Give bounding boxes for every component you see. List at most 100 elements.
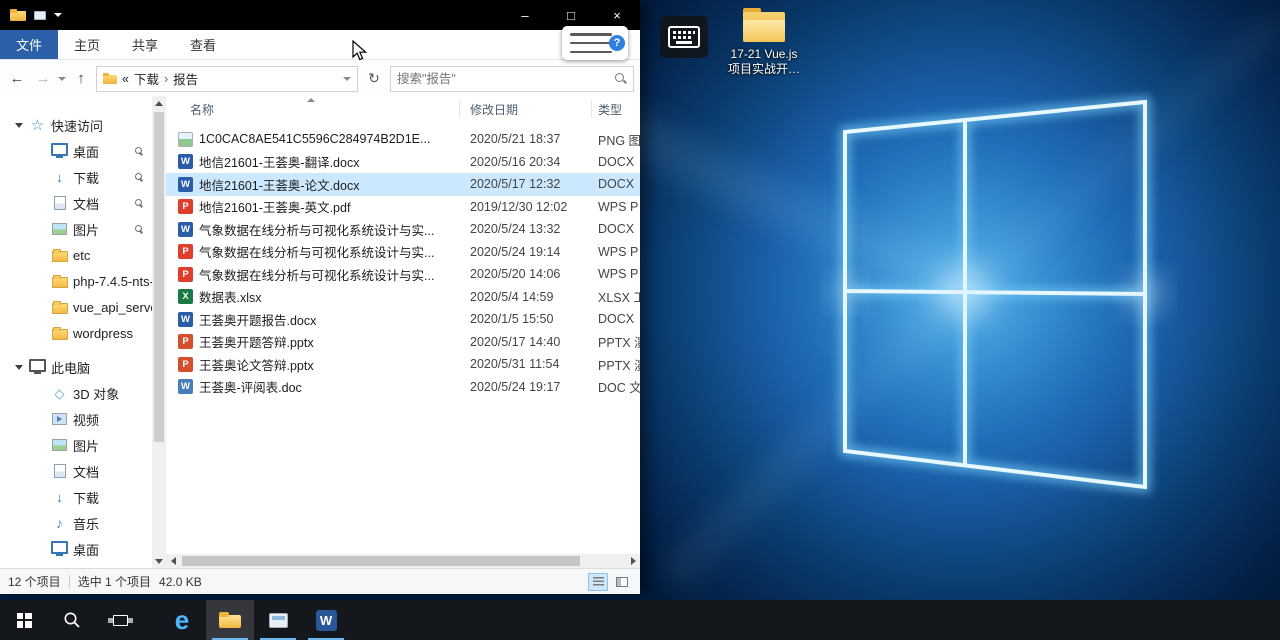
horizontal-scrollbar[interactable] bbox=[166, 554, 640, 568]
sidebar-item[interactable]: 快速访问 bbox=[0, 112, 152, 138]
up-button[interactable]: ↑ bbox=[70, 70, 92, 87]
large-icons-view-button[interactable] bbox=[612, 573, 632, 591]
sidebar-item[interactable]: 图片 bbox=[0, 216, 152, 242]
file-row[interactable]: 地信21601-王荟奥-翻译.docx 2020/5/16 20:34 DOCX bbox=[166, 151, 640, 174]
file-type: XLSX 工 bbox=[592, 287, 640, 306]
ribbon-tab[interactable]: 文件 bbox=[0, 30, 58, 59]
file-type-icon bbox=[178, 312, 193, 327]
sidebar-item-icon bbox=[51, 541, 68, 557]
file-type: WPS P bbox=[592, 267, 640, 281]
column-header-date[interactable]: 修改日期 bbox=[460, 100, 592, 118]
scroll-up-arrow[interactable] bbox=[152, 96, 166, 110]
sidebar-item-icon bbox=[51, 169, 68, 185]
search-input[interactable] bbox=[397, 72, 614, 86]
ribbon-tab[interactable]: 主页 bbox=[58, 30, 116, 59]
file-name: 地信21601-王荟奥-论文.docx bbox=[199, 175, 359, 194]
file-row[interactable]: 气象数据在线分析与可视化系统设计与实... 2020/5/20 14:06 WP… bbox=[166, 263, 640, 286]
back-button[interactable]: ← bbox=[6, 70, 28, 87]
breadcrumb-downloads[interactable]: 下载 bbox=[134, 69, 159, 88]
taskbar-search-button[interactable] bbox=[48, 600, 96, 640]
taskbar-word-button[interactable]: W bbox=[302, 600, 350, 640]
scroll-left-arrow[interactable] bbox=[166, 554, 180, 568]
item-count: 12 个项目 bbox=[8, 573, 61, 590]
column-header-name[interactable]: 名称 bbox=[166, 100, 460, 118]
ribbon-tab[interactable]: 共享 bbox=[116, 30, 174, 59]
sidebar-item[interactable]: 此电脑 bbox=[0, 354, 152, 380]
scrollbar-thumb[interactable] bbox=[154, 112, 164, 442]
file-row[interactable]: 王荟奥论文答辩.pptx 2020/5/31 11:54 PPTX 演 bbox=[166, 353, 640, 376]
sidebar-item-label: 图片 bbox=[73, 436, 99, 455]
file-row[interactable]: 1C0CAC8AE541C5596C284974B2D1E... 2020/5/… bbox=[166, 128, 640, 151]
file-name: 数据表.xlsx bbox=[199, 287, 262, 306]
quick-access-toolbar-icon[interactable] bbox=[34, 11, 46, 20]
location-folder-icon bbox=[103, 73, 117, 84]
file-row[interactable]: 地信21601-王荟奥-论文.docx 2020/5/17 12:32 DOCX bbox=[166, 173, 640, 196]
file-row[interactable]: 气象数据在线分析与可视化系统设计与实... 2020/5/24 19:14 WP… bbox=[166, 241, 640, 264]
sidebar-item-label: 快速访问 bbox=[51, 116, 103, 135]
ribbon-tab[interactable]: 查看 bbox=[174, 30, 232, 59]
breadcrumb-reports[interactable]: 报告 bbox=[173, 69, 198, 88]
file-row[interactable]: 王荟奥-评阅表.doc 2020/5/24 19:17 DOC 文 bbox=[166, 376, 640, 399]
column-header-type[interactable]: 类型 bbox=[592, 100, 640, 118]
sidebar-item[interactable]: 桌面 bbox=[0, 138, 152, 164]
taskbar-app-window-button[interactable] bbox=[254, 600, 302, 640]
windows-logo-art bbox=[640, 0, 1280, 600]
edge-icon: e bbox=[175, 607, 189, 633]
help-badge[interactable]: ? bbox=[609, 35, 625, 51]
sidebar-item[interactable]: 文档 bbox=[0, 190, 152, 216]
sidebar-item[interactable]: 3D 对象 bbox=[0, 380, 152, 406]
file-name: 王荟奥开题报告.docx bbox=[199, 310, 316, 329]
sidebar-item[interactable]: 桌面 bbox=[0, 536, 152, 562]
sidebar-item[interactable]: vue_api_server bbox=[0, 294, 152, 320]
file-type-icon bbox=[178, 289, 193, 304]
refresh-button[interactable]: ↻ bbox=[362, 70, 386, 87]
file-row[interactable]: 地信21601-王荟奥-英文.pdf 2019/12/30 12:02 WPS … bbox=[166, 196, 640, 219]
touch-keyboard-button[interactable] bbox=[660, 16, 708, 58]
sidebar-item[interactable]: 下载 bbox=[0, 164, 152, 190]
file-date: 2020/5/17 12:32 bbox=[460, 177, 592, 191]
sidebar-item[interactable]: 音乐 bbox=[0, 510, 152, 536]
minimize-button[interactable]: – bbox=[502, 0, 548, 30]
address-box[interactable]: « 下载 › 报告 bbox=[96, 66, 358, 92]
file-row[interactable]: 数据表.xlsx 2020/5/4 14:59 XLSX 工 bbox=[166, 286, 640, 309]
sidebar-item[interactable]: 文档 bbox=[0, 458, 152, 484]
expand-chevron-icon[interactable] bbox=[14, 123, 24, 128]
sidebar-item[interactable]: etc bbox=[0, 242, 152, 268]
qat-dropdown-icon[interactable] bbox=[54, 13, 62, 17]
sidebar-item-label: etc bbox=[73, 248, 90, 263]
search-icon[interactable] bbox=[614, 72, 627, 85]
file-row[interactable]: 气象数据在线分析与可视化系统设计与实... 2020/5/24 13:32 DO… bbox=[166, 218, 640, 241]
sidebar-item[interactable]: 下载 bbox=[0, 484, 152, 510]
sidebar-item[interactable]: 视频 bbox=[0, 406, 152, 432]
file-list: 名称 修改日期 类型 1C0CAC8AE541C5596C284974B2D1E… bbox=[166, 96, 640, 568]
desktop-shortcut-vue-project[interactable]: 17-21 Vue.js 项目实战开… bbox=[728, 8, 800, 77]
history-dropdown-icon[interactable] bbox=[58, 77, 66, 81]
taskbar-explorer-button[interactable] bbox=[206, 600, 254, 640]
file-type: PPTX 演 bbox=[592, 332, 640, 351]
file-date: 2020/5/20 14:06 bbox=[460, 267, 592, 281]
file-name: 王荟奥-评阅表.doc bbox=[199, 377, 302, 396]
details-view-button[interactable] bbox=[588, 573, 608, 591]
scroll-down-arrow[interactable] bbox=[152, 554, 166, 568]
forward-button[interactable]: → bbox=[32, 70, 54, 87]
recorder-overlay-widget[interactable]: ? bbox=[562, 26, 628, 60]
expand-chevron-icon[interactable] bbox=[14, 365, 24, 370]
taskbar: e W bbox=[0, 600, 1280, 640]
start-button[interactable] bbox=[0, 600, 48, 640]
folder-icon bbox=[741, 8, 787, 44]
file-row[interactable]: 王荟奥开题答辩.pptx 2020/5/17 14:40 PPTX 演 bbox=[166, 331, 640, 354]
sidebar-item-icon bbox=[29, 359, 46, 375]
task-view-button[interactable] bbox=[96, 600, 144, 640]
title-bar: – □ × bbox=[0, 0, 640, 30]
scroll-right-arrow[interactable] bbox=[626, 554, 640, 568]
sidebar-scrollbar[interactable] bbox=[152, 96, 166, 568]
sidebar-item[interactable]: php-7.4.5-nts-\ bbox=[0, 268, 152, 294]
address-dropdown-icon[interactable] bbox=[343, 77, 351, 81]
scrollbar-thumb[interactable] bbox=[182, 556, 580, 566]
file-row[interactable]: 王荟奥开题报告.docx 2020/1/5 15:50 DOCX bbox=[166, 308, 640, 331]
sidebar-item[interactable]: 图片 bbox=[0, 432, 152, 458]
sidebar-item[interactable]: wordpress bbox=[0, 320, 152, 346]
pin-icon bbox=[134, 147, 143, 156]
taskbar-edge-button[interactable]: e bbox=[158, 600, 206, 640]
file-type-icon bbox=[178, 154, 193, 169]
